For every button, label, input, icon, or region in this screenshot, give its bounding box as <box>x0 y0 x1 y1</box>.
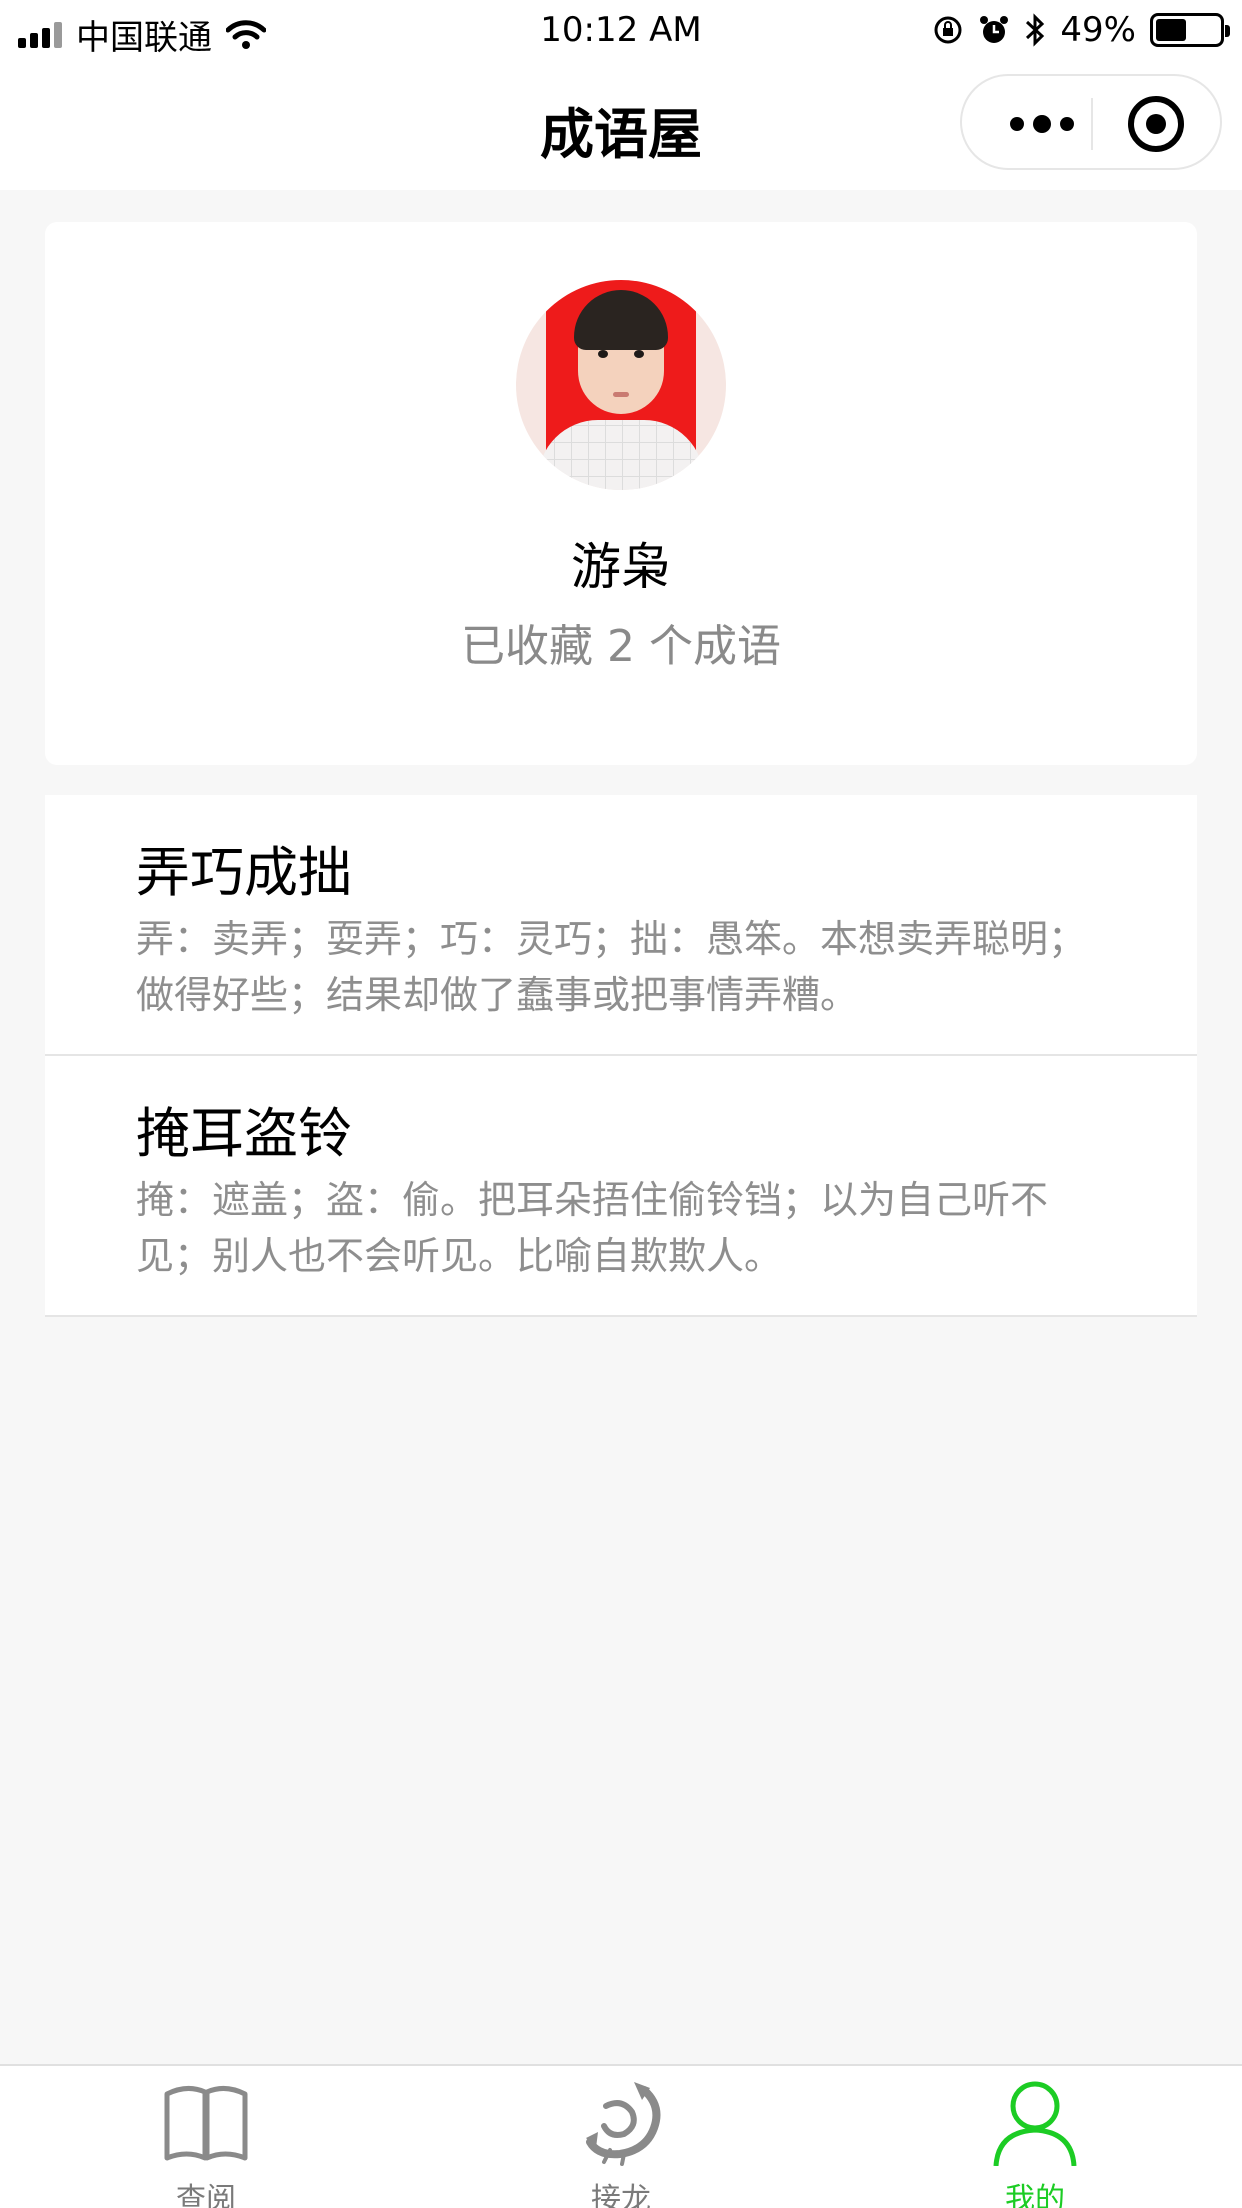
capsule-divider <box>1091 98 1093 150</box>
battery-icon <box>1150 13 1230 47</box>
tab-lookup[interactable]: 查阅 <box>106 2066 306 2208</box>
battery-level <box>1156 19 1186 41</box>
book-icon <box>164 2086 248 2161</box>
alarm-icon <box>980 16 1009 43</box>
tab-chain[interactable]: 接龙 <box>521 2066 721 2208</box>
tab-label: 查阅 <box>176 2182 236 2208</box>
more-dot-icon <box>1010 117 1024 131</box>
rotation-lock-icon <box>934 16 962 44</box>
status-right: 49% <box>932 10 1230 50</box>
close-mini-program-button[interactable] <box>1128 96 1184 152</box>
dragon-icon <box>586 2082 661 2166</box>
user-nickname: 游枭 <box>571 538 671 596</box>
idiom-title: 掩耳盗铃 <box>136 1102 352 1165</box>
idiom-description: 弄：卖弄；耍弄；巧：灵巧；拙：愚笨。本想卖弄聪明；做得好些；结果却做了蠢事或把事… <box>136 917 1087 1017</box>
tab-bar: 查阅 接龙 我的 <box>0 2064 1242 2208</box>
more-button[interactable] <box>1002 102 1082 146</box>
idiom-description: 掩：遮盖；盗：偷。把耳朵捂住偷铃铛；以为自己听不见；别人也不会听见。比喻自欺欺人… <box>136 1178 1049 1278</box>
profile-card: 游枭 已收藏 2 个成语 <box>45 222 1197 765</box>
idiom-title: 弄巧成拙 <box>136 841 352 904</box>
tab-label: 接龙 <box>591 2182 651 2208</box>
favorites-list: 弄巧成拙 弄：卖弄；耍弄；巧：灵巧；拙：愚笨。本想卖弄聪明；做得好些；结果却做了… <box>45 795 1197 1317</box>
user-icon <box>993 2081 1077 2166</box>
list-item[interactable]: 弄巧成拙 弄：卖弄；耍弄；巧：灵巧；拙：愚笨。本想卖弄聪明；做得好些；结果却做了… <box>45 795 1197 1056</box>
list-item[interactable]: 掩耳盗铃 掩：遮盖；盗：偷。把耳朵捂住偷铃铛；以为自己听不见；别人也不会听见。比… <box>45 1056 1197 1317</box>
nav-bar: 成语屋 <box>0 62 1242 190</box>
mini-program-capsule <box>960 74 1222 170</box>
tab-mine[interactable]: 我的 <box>935 2066 1135 2208</box>
avatar[interactable] <box>516 280 726 490</box>
status-bar: 中国联通 10:12 AM 49% <box>0 0 1242 62</box>
bluetooth-icon <box>1026 13 1045 47</box>
more-dot-icon <box>1060 117 1074 131</box>
battery-percent: 49% <box>1060 10 1136 50</box>
favorites-count: 已收藏 2 个成语 <box>461 621 781 672</box>
tab-label: 我的 <box>1005 2182 1065 2208</box>
more-dot-icon <box>1033 115 1051 133</box>
